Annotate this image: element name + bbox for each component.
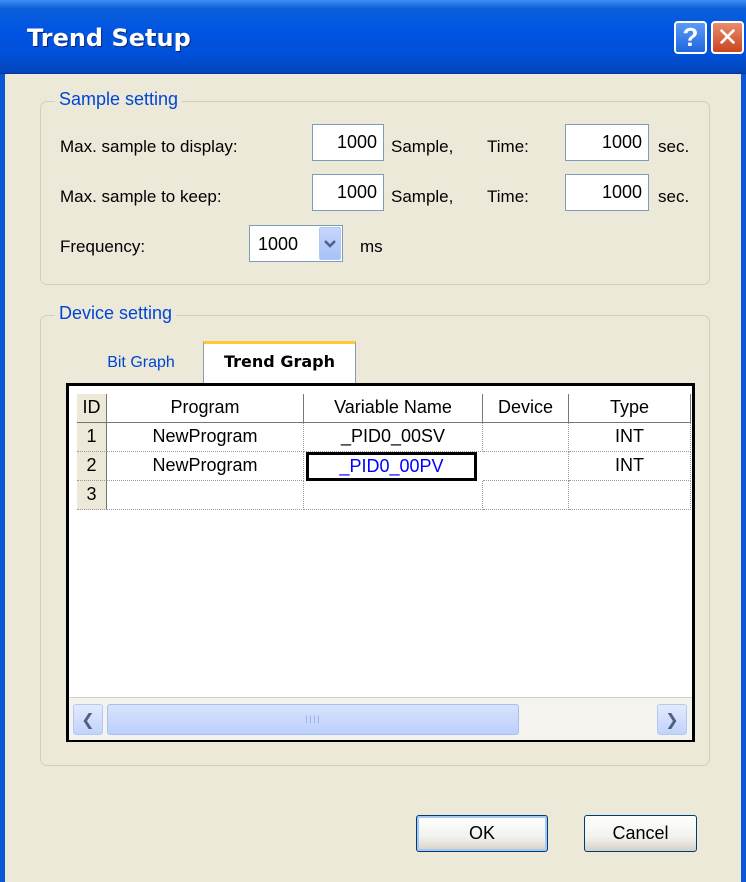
- sample-setting-legend: Sample setting: [55, 89, 183, 110]
- time-unit-label: sec.: [658, 187, 690, 206]
- tab-bit-graph-label: Bit Graph: [107, 354, 175, 371]
- row-id: 3: [77, 481, 107, 510]
- chevron-down-icon[interactable]: [319, 227, 341, 260]
- column-header-program[interactable]: Program: [107, 394, 304, 423]
- close-icon: ✕: [716, 22, 739, 52]
- column-header-device[interactable]: Device: [483, 394, 569, 423]
- device-setting-legend: Device setting: [55, 303, 177, 324]
- time-label: Time:: [487, 187, 529, 206]
- table-row[interactable]: 2 NewProgram _PID0_00PV INT: [69, 452, 692, 481]
- time-label: Time:: [487, 137, 529, 156]
- type-cell[interactable]: [569, 481, 691, 510]
- tab-bit-graph[interactable]: Bit Graph: [86, 351, 196, 383]
- column-header-variable-name[interactable]: Variable Name: [304, 394, 483, 423]
- device-cell[interactable]: [483, 481, 569, 510]
- frequency-value: 1000: [258, 234, 299, 254]
- max-display-samples-input[interactable]: 1000: [312, 124, 384, 161]
- program-cell[interactable]: NewProgram: [107, 423, 304, 452]
- tab-trend-graph[interactable]: Trend Graph: [203, 341, 356, 384]
- device-cell[interactable]: [483, 452, 569, 481]
- time-unit-label: sec.: [658, 137, 690, 156]
- frequency-unit-label: ms: [360, 237, 383, 256]
- sample-unit-label: Sample,: [391, 137, 454, 156]
- window-title: Trend Setup: [27, 24, 191, 52]
- scrollbar-thumb[interactable]: IIII: [107, 704, 519, 735]
- frequency-label: Frequency:: [60, 237, 146, 256]
- grid-header-row: ID Program Variable Name Device Type: [69, 394, 692, 423]
- keep-time-input[interactable]: 1000: [565, 174, 649, 211]
- close-button[interactable]: ✕: [711, 21, 744, 54]
- program-cell[interactable]: NewProgram: [107, 452, 304, 481]
- max-display-label: Max. sample to display:: [60, 137, 238, 156]
- variable-name-cell-editing[interactable]: _PID0_00PV: [306, 452, 477, 481]
- window-frame-right: [741, 74, 746, 882]
- column-header-id[interactable]: ID: [77, 394, 107, 423]
- grid-body: ID Program Variable Name Device Type 1 N…: [69, 386, 692, 697]
- help-button[interactable]: ?: [674, 21, 707, 54]
- variable-name-cell[interactable]: _PID0_00SV: [304, 423, 483, 452]
- arrow-right-icon[interactable]: ❯: [657, 704, 687, 735]
- horizontal-scrollbar[interactable]: ❮ IIII ❯: [69, 697, 692, 740]
- display-time-input[interactable]: 1000: [565, 124, 649, 161]
- max-keep-label: Max. sample to keep:: [60, 187, 222, 206]
- cancel-button[interactable]: Cancel: [584, 815, 697, 852]
- column-header-type[interactable]: Type: [569, 394, 691, 423]
- type-cell[interactable]: INT: [569, 423, 691, 452]
- arrow-left-icon[interactable]: ❮: [73, 704, 103, 735]
- tab-trend-graph-label: Trend Graph: [224, 352, 335, 371]
- variable-grid[interactable]: ID Program Variable Name Device Type 1 N…: [66, 383, 695, 742]
- row-id: 1: [77, 423, 107, 452]
- table-row[interactable]: 1 NewProgram _PID0_00SV INT: [69, 423, 692, 452]
- window-frame-left: [0, 74, 5, 882]
- ok-button[interactable]: OK: [416, 815, 548, 852]
- program-cell[interactable]: [107, 481, 304, 510]
- device-cell[interactable]: [483, 423, 569, 452]
- title-bar: Trend Setup ? ✕: [0, 0, 746, 74]
- row-id: 2: [77, 452, 107, 481]
- max-keep-samples-input[interactable]: 1000: [312, 174, 384, 211]
- type-cell[interactable]: INT: [569, 452, 691, 481]
- sample-unit-label: Sample,: [391, 187, 454, 206]
- table-row[interactable]: 3: [69, 481, 692, 510]
- variable-name-cell[interactable]: [304, 481, 483, 510]
- frequency-select[interactable]: 1000: [249, 225, 343, 262]
- help-icon: ?: [682, 22, 699, 52]
